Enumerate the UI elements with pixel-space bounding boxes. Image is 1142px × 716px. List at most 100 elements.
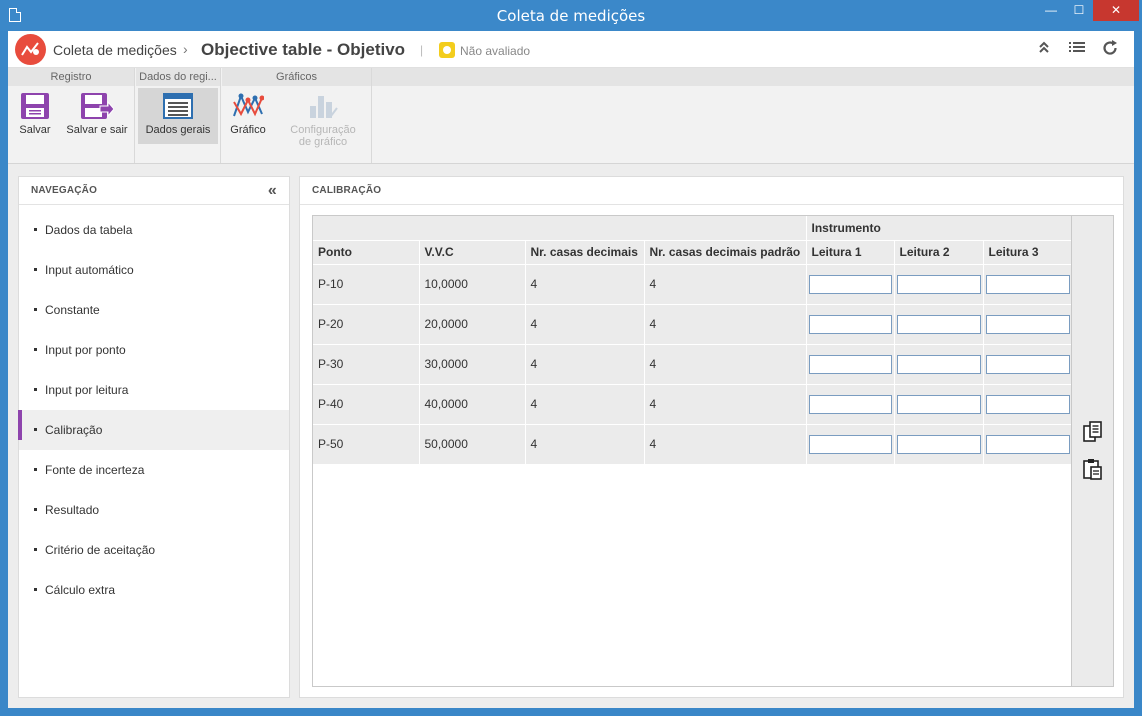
cell-ponto: P-10 <box>313 264 420 305</box>
cell-casas: 4 <box>525 424 645 465</box>
leitura-3-input[interactable] <box>985 354 1070 374</box>
cell-ponto: P-50 <box>313 424 420 465</box>
leitura-3-input[interactable] <box>985 274 1070 294</box>
status-icon <box>439 42 455 58</box>
cell-casas-padrao: 4 <box>644 384 807 425</box>
column-header: Leitura 2 <box>894 240 984 265</box>
leitura-1-input[interactable] <box>808 354 892 374</box>
cell-ponto: P-40 <box>313 384 420 425</box>
cell-leitura <box>894 304 984 345</box>
window-title: Coleta de medições <box>496 7 646 25</box>
cell-casas-padrao: 4 <box>644 344 807 385</box>
chart-label: Gráfico <box>230 124 266 136</box>
chart-button[interactable]: Gráfico <box>224 88 272 144</box>
save-exit-button[interactable]: Salvar e sair <box>62 88 132 144</box>
calibration-title: CALIBRAÇÃO <box>312 185 382 196</box>
nav-item-dados-da-tabela[interactable]: Dados da tabela <box>19 210 289 250</box>
cell-leitura <box>983 384 1073 425</box>
leitura-2-input[interactable] <box>896 394 981 414</box>
cell-leitura <box>983 344 1073 385</box>
cell-leitura <box>806 424 895 465</box>
group-header-instrumento: Instrumento <box>806 216 1073 241</box>
table-row: P-20 20,0000 4 4 <box>313 304 1073 345</box>
leitura-2-input[interactable] <box>896 354 981 374</box>
grid-side-toolbar <box>1071 216 1113 686</box>
nav-item-calculo-extra[interactable]: Cálculo extra <box>19 570 289 610</box>
navigation-list: Dados da tabela Input automático Constan… <box>18 205 289 610</box>
table-row: P-10 10,0000 4 4 <box>313 264 1073 305</box>
cell-vvc: 50,0000 <box>419 424 526 465</box>
leitura-2-input[interactable] <box>896 274 981 294</box>
expand-collapse-icon[interactable] <box>1033 39 1055 61</box>
navigation-title: NAVEGAÇÃO <box>31 185 98 196</box>
chart-config-label: Configuração de gráfico <box>290 124 356 148</box>
leitura-1-input[interactable] <box>808 274 892 294</box>
leitura-2-input[interactable] <box>896 314 981 334</box>
nav-item-input-automatico[interactable]: Input automático <box>19 250 289 290</box>
cell-vvc: 40,0000 <box>419 384 526 425</box>
close-button[interactable]: ✕ <box>1093 0 1139 21</box>
chart-config-button[interactable]: Configuração de gráfico <box>276 88 370 154</box>
collapse-icon[interactable]: « <box>268 177 277 205</box>
cell-casas: 4 <box>525 304 645 345</box>
general-data-button[interactable]: Dados gerais <box>138 88 218 144</box>
leitura-3-input[interactable] <box>985 434 1070 454</box>
leitura-2-input[interactable] <box>896 434 981 454</box>
breadcrumb-separator: › <box>183 41 188 57</box>
column-header: Leitura 3 <box>983 240 1073 265</box>
ribbon-group-graficos: Gráficos Gráfico Configuração de gráfico <box>222 68 372 163</box>
nav-item-fonte-de-incerteza[interactable]: Fonte de incerteza <box>19 450 289 490</box>
page-title: Objective table - Objetivo <box>201 40 406 59</box>
ribbon-group-registro: Registro Salvar Salvar e sair <box>8 68 135 163</box>
nav-item-input-por-ponto[interactable]: Input por ponto <box>19 330 289 370</box>
leitura-1-input[interactable] <box>808 434 892 454</box>
nav-item-criterio-de-aceitacao[interactable]: Critério de aceitação <box>19 530 289 570</box>
ribbon-group-label: Gráficos <box>222 68 371 86</box>
column-header: V.V.C <box>419 240 526 265</box>
cell-casas-padrao: 4 <box>644 424 807 465</box>
general-data-icon <box>163 93 193 119</box>
maximize-button[interactable]: ☐ <box>1066 0 1092 21</box>
nav-item-input-por-leitura[interactable]: Input por leitura <box>19 370 289 410</box>
ribbon-group-label: Dados do regi... <box>136 68 220 86</box>
column-header: Nr. casas decimais <box>525 240 645 265</box>
nav-item-constante[interactable]: Constante <box>19 290 289 330</box>
save-button[interactable]: Salvar <box>12 88 58 144</box>
table-row: P-40 40,0000 4 4 <box>313 384 1073 425</box>
status-badge: Não avaliado <box>460 44 531 58</box>
ribbon-group-label: Registro <box>8 68 134 86</box>
table-row: P-50 50,0000 4 4 <box>313 424 1073 465</box>
nav-item-calibracao[interactable]: Calibração <box>18 410 289 450</box>
window-titlebar: Coleta de medições — ☐ ✕ <box>0 0 1142 31</box>
copy-icon[interactable] <box>1082 421 1104 443</box>
column-header: Ponto <box>313 240 420 265</box>
save-icon <box>21 93 49 119</box>
cell-leitura <box>894 344 984 385</box>
cell-casas: 4 <box>525 384 645 425</box>
cell-vvc: 30,0000 <box>419 344 526 385</box>
cell-leitura <box>983 264 1073 305</box>
navigation-panel: NAVEGAÇÃO « Dados da tabela Input automá… <box>18 176 290 698</box>
minimize-button[interactable]: — <box>1038 0 1064 21</box>
cell-ponto: P-30 <box>313 344 420 385</box>
leitura-3-input[interactable] <box>985 394 1070 414</box>
cell-ponto: P-20 <box>313 304 420 345</box>
cell-leitura <box>894 384 984 425</box>
leitura-1-input[interactable] <box>808 314 892 334</box>
save-exit-label: Salvar e sair <box>66 124 128 136</box>
cell-leitura <box>983 304 1073 345</box>
refresh-icon[interactable] <box>1099 39 1121 61</box>
leitura-1-input[interactable] <box>808 394 892 414</box>
column-header: Nr. casas decimais padrão <box>644 240 807 265</box>
leitura-3-input[interactable] <box>985 314 1070 334</box>
column-header: Leitura 1 <box>806 240 895 265</box>
list-icon[interactable] <box>1066 39 1088 61</box>
nav-item-resultado[interactable]: Resultado <box>19 490 289 530</box>
paste-icon[interactable] <box>1082 458 1104 480</box>
calibration-header: CALIBRAÇÃO <box>300 177 1123 205</box>
ribbon-group-dados: Dados do regi... Dados gerais <box>136 68 221 163</box>
cell-leitura <box>806 344 895 385</box>
cell-leitura <box>806 264 895 305</box>
save-exit-icon <box>81 93 114 119</box>
breadcrumb-app[interactable]: Coleta de medições <box>53 42 177 58</box>
